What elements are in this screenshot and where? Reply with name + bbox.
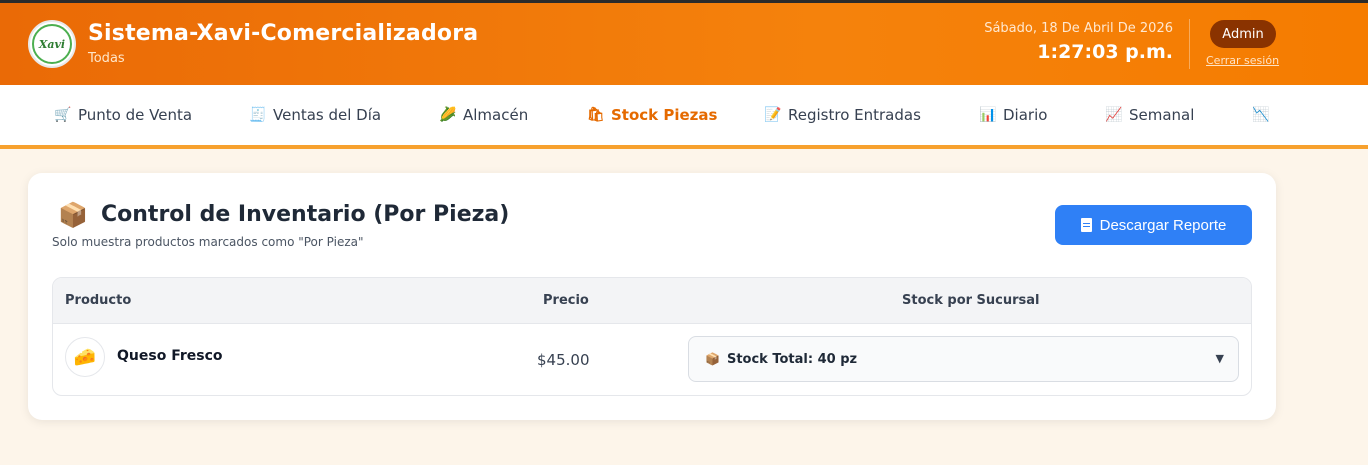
chevron-down-icon: ▼ (1215, 352, 1224, 365)
tab-punto-de-venta[interactable]: 🛒 Punto de Venta (40, 85, 206, 145)
tab-stock-piezas[interactable]: 🛍 Stock Piezas (561, 85, 729, 149)
stock-by-branch-dropdown[interactable]: 📦 Stock Total: 40 pz ▼ (688, 336, 1239, 382)
app-title: Sistema-Xavi-Comercializadora (88, 21, 479, 46)
tab-label: Semanal (1129, 106, 1195, 124)
nav-underline (0, 145, 1368, 149)
page-title: Control de Inventario (Por Pieza) (101, 202, 510, 227)
inventory-card: 📦 Control de Inventario (Por Pieza) Solo… (28, 173, 1276, 420)
memo-icon: 📝 (764, 107, 782, 123)
trend-up-icon: 📈 (1105, 107, 1123, 123)
download-report-button[interactable]: Descargar Reporte (1055, 205, 1252, 245)
download-report-label: Descargar Reporte (1099, 216, 1227, 234)
tab-almacen[interactable]: 🌽 Almacén (425, 85, 542, 145)
column-header-price: Precio (543, 293, 589, 308)
column-header-product: Producto (65, 293, 132, 308)
tab-diario[interactable]: 📊 Diario (965, 85, 1061, 145)
table-row: 🧀 Queso Fresco $45.00 📦 Stock Total: 40 … (53, 324, 1251, 395)
brand-logo: Xavi (28, 20, 76, 68)
stock-total-label: Stock Total: 40 pz (726, 351, 858, 367)
tab-semanal[interactable]: 📈 Semanal (1091, 85, 1208, 145)
current-time: 1:27:03 p.m. (1037, 41, 1173, 63)
corn-icon: 🌽 (439, 107, 457, 123)
tab-registro-entradas[interactable]: 📝 Registro Entradas (750, 85, 935, 145)
tab-label: Registro Entradas (788, 106, 921, 124)
app-header: Xavi Sistema-Xavi-Comercializadora Todas… (0, 3, 1368, 85)
receipt-icon: 🧾 (249, 107, 267, 123)
package-icon: 📦 (58, 201, 88, 229)
logout-link[interactable]: Cerrar sesión (1206, 54, 1279, 67)
trend-down-icon: 📉 (1252, 107, 1270, 123)
bag-icon: 🛍 (587, 107, 605, 123)
branch-label: Todas (88, 51, 125, 66)
tab-label: Stock Piezas (611, 106, 718, 124)
header-divider (1189, 19, 1190, 69)
tab-overflow[interactable]: 📉 (1238, 85, 1290, 145)
table-header: Producto Precio Stock por Sucursal (53, 278, 1251, 324)
tab-label: Ventas del Día (273, 106, 382, 124)
tab-label: Diario (1003, 106, 1048, 124)
logo-mark: Xavi (32, 24, 72, 64)
inventory-table: Producto Precio Stock por Sucursal 🧀 Que… (52, 277, 1252, 396)
bar-chart-icon: 📊 (979, 107, 997, 123)
product-name: Queso Fresco (117, 348, 223, 364)
page-subtitle: Solo muestra productos marcados como "Po… (52, 235, 364, 249)
tab-ventas-del-dia[interactable]: 🧾 Ventas del Día (235, 85, 395, 145)
tab-label: Punto de Venta (78, 106, 193, 124)
document-icon (1080, 218, 1092, 232)
main-nav: 🛒 Punto de Venta 🧾 Ventas del Día 🌽 Alma… (0, 85, 1368, 149)
current-date: Sábado, 18 De Abril De 2026 (984, 21, 1173, 36)
cheese-icon: 🧀 (65, 337, 105, 377)
package-icon: 📦 (705, 352, 720, 366)
product-price: $45.00 (537, 351, 590, 369)
user-role-badge: Admin (1210, 20, 1276, 48)
tab-label: Almacén (463, 106, 529, 124)
cart-icon: 🛒 (54, 107, 72, 123)
column-header-stock: Stock por Sucursal (902, 293, 1040, 308)
